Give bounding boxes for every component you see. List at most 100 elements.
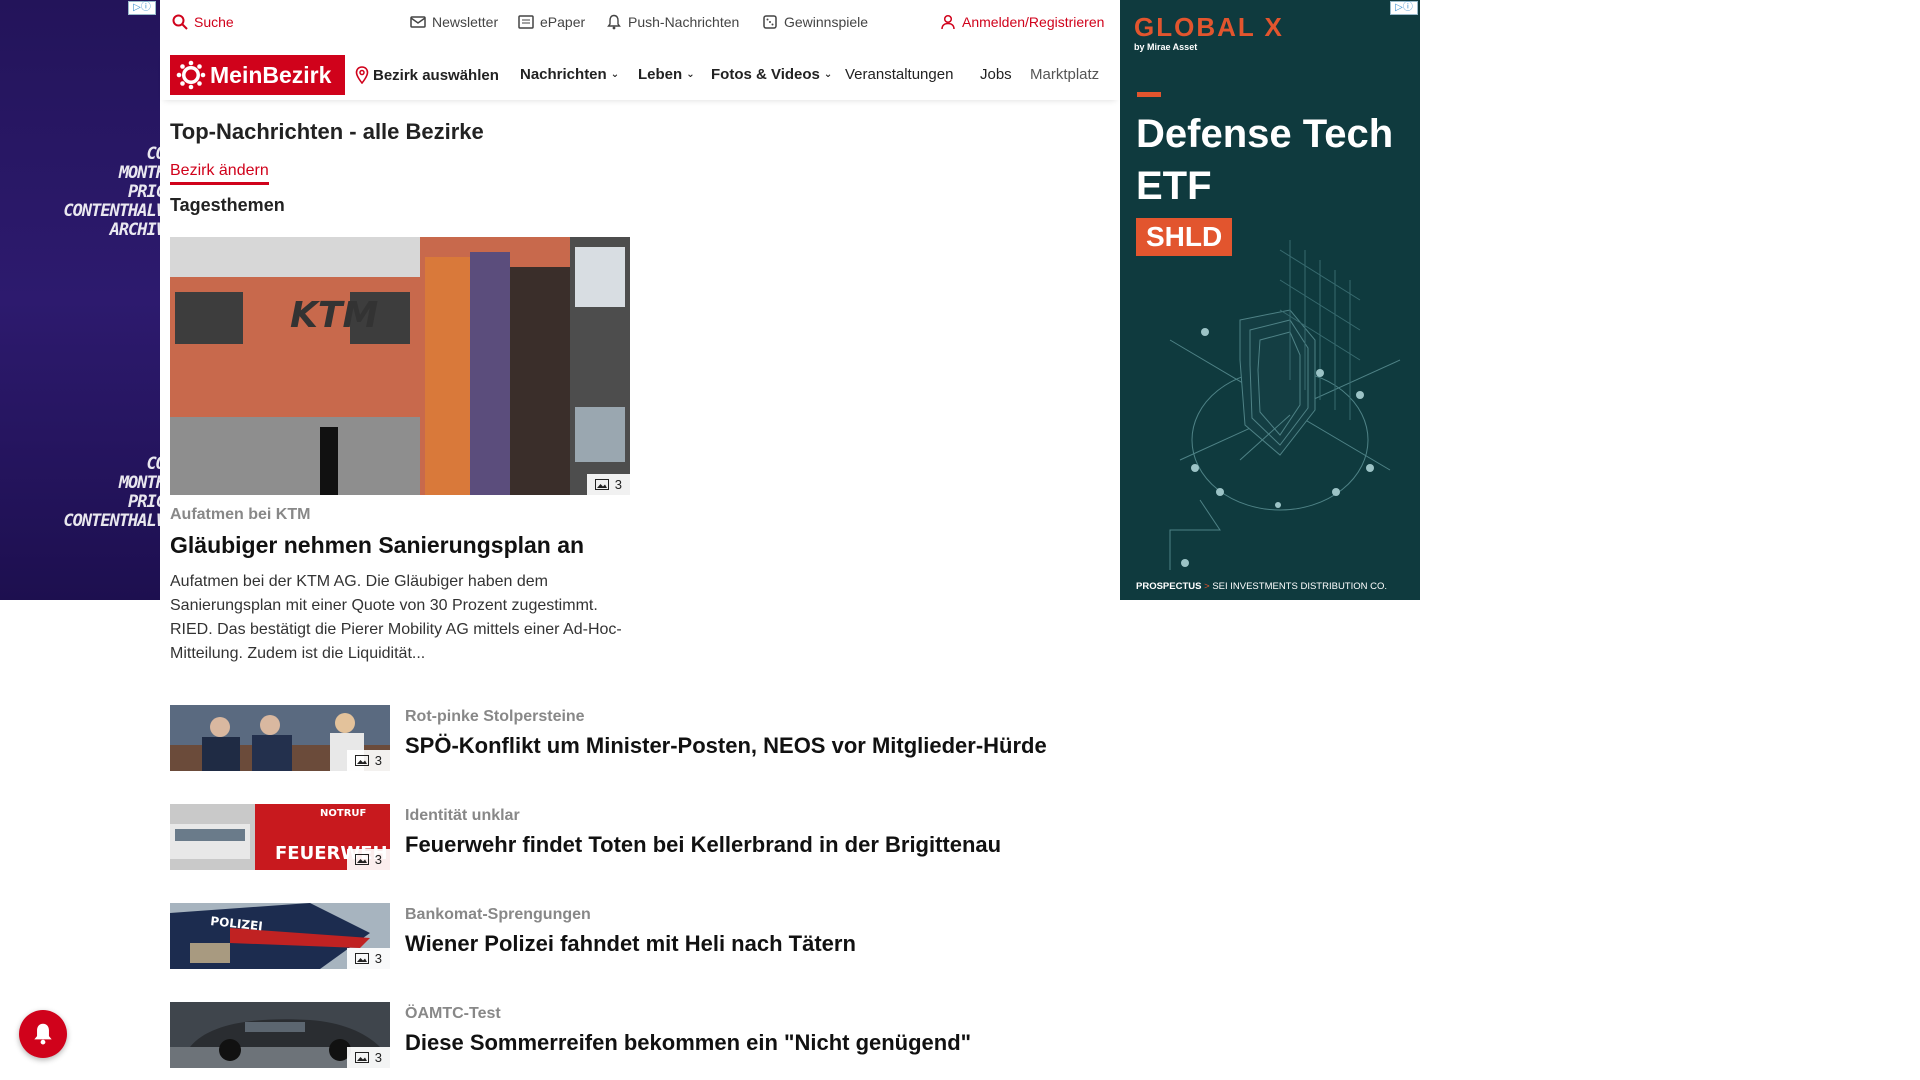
image-count-badge: 3 (346, 750, 390, 771)
dice-icon (763, 15, 777, 29)
ad-glitch-text-top: CO MONTH PRIC CONTENTHALV ARCHIV (40, 145, 160, 240)
main-column: Suche Newsletter ePaper Push-Nachrichten… (160, 0, 1120, 1080)
map-pin-icon (355, 66, 369, 84)
push-label: Push-Nachrichten (628, 14, 740, 30)
article-thumbnail[interactable]: FEUERWEH NOTRUF 3 (170, 804, 390, 870)
list-item[interactable]: 3 Rot-pinke Stolpersteine SPÖ-Konflikt u… (170, 705, 1110, 773)
adchoices-icon[interactable]: ▷ⓘ (1390, 1, 1418, 15)
search-label: Suche (194, 14, 234, 30)
site-logo[interactable]: MeinBezirk (170, 55, 345, 95)
gallery-icon (354, 1052, 369, 1063)
ad-glitch-text-bottom: CO MONTH PRIC CONTENTHALV (40, 455, 160, 531)
section-title: Tagesthemen (170, 195, 285, 215)
list-item[interactable]: FEUERWEH NOTRUF 3 Identität unklar Feuer… (170, 804, 1110, 872)
article-kicker: ÖAMTC-Test (405, 1005, 501, 1022)
adchoices-icon[interactable]: ▷ⓘ (128, 1, 156, 15)
ad-glitch-line: MONTH (118, 163, 160, 183)
ad-brand-subtitle: by Mirae Asset (1134, 42, 1198, 52)
lead-article-kicker: Aufatmen bei KTM (170, 506, 311, 523)
ad-glitch-line: CONTENTHALV (63, 201, 160, 221)
image-count: 3 (374, 852, 382, 867)
article-headline[interactable]: Diese Sommerreifen bekommen ein "Nicht g… (405, 1030, 971, 1056)
article-thumbnail[interactable]: 3 (170, 705, 390, 771)
ad-footer[interactable]: PROSPECTUS > SEI INVESTMENTS DISTRIBUTIO… (1136, 581, 1387, 592)
change-district-link[interactable]: Bezirk ändern (170, 162, 269, 185)
right-ad-banner[interactable]: ▷ⓘ GLOBAL X by Mirae Asset Defense Tech … (1120, 0, 1420, 600)
svg-text:NOTRUF: NOTRUF (320, 808, 366, 819)
article-kicker: Rot-pinke Stolpersteine (405, 708, 585, 725)
article-kicker: Identität unklar (405, 807, 520, 824)
image-count: 3 (614, 477, 622, 492)
search-icon (172, 14, 188, 30)
contests-label: Gewinnspiele (784, 14, 869, 30)
epaper-link[interactable]: ePaper (518, 14, 585, 30)
image-count: 3 (374, 753, 382, 768)
ad-glitch-line: CO (146, 454, 160, 474)
ad-glitch-line: CO (146, 144, 160, 164)
logo-text: MeinBezirk (210, 61, 332, 88)
chevron-down-icon: ⌄ (610, 69, 620, 80)
gallery-icon (354, 953, 369, 964)
nav-item-photos-videos[interactable]: Fotos & Videos ⌄ (711, 66, 832, 83)
push-notifications-link[interactable]: Push-Nachrichten (606, 14, 739, 30)
chevron-down-icon: ⌄ (823, 69, 833, 80)
gallery-icon (354, 755, 369, 766)
article-headline[interactable]: Feuerwehr findet Toten bei Kellerbrand i… (405, 832, 1001, 858)
image-count-badge: 3 (586, 474, 630, 495)
article-thumbnail[interactable]: POLIZEI 3 (170, 903, 390, 969)
nav-item-news[interactable]: Nachrichten ⌄ (520, 66, 619, 83)
epaper-label: ePaper (540, 14, 586, 30)
nav-item-label: Leben (638, 66, 683, 83)
image-count-badge: 3 (346, 948, 390, 969)
nav-item-events[interactable]: Veranstaltungen (845, 66, 953, 83)
lead-article-headline[interactable]: Gläubiger nehmen Sanierungsplan an (170, 532, 584, 559)
nav-item-label: Nachrichten (520, 66, 607, 83)
ad-shield-graphic (1169, 240, 1401, 570)
main-navigation: MeinBezirk Bezirk auswählen Nachrichten … (160, 50, 1120, 100)
ad-accent-bar (1137, 92, 1161, 97)
nav-item-label: Veranstaltungen (845, 66, 954, 83)
bell-icon (34, 1023, 52, 1045)
left-ad-banner[interactable]: ▷ⓘ CO MONTH PRIC CONTENTHALV ARCHIV CO M… (0, 0, 160, 600)
ad-distributor: SEI INVESTMENTS DISTRIBUTION CO. (1212, 581, 1388, 592)
image-count: 3 (374, 1050, 382, 1065)
nav-item-label: Jobs (980, 66, 1012, 83)
ktm-building-photo: KTM (170, 237, 630, 495)
nav-item-life[interactable]: Leben ⌄ (638, 66, 695, 83)
ad-glitch-line: PRIC (128, 182, 160, 202)
newsletter-link[interactable]: Newsletter (410, 14, 498, 30)
article-headline[interactable]: SPÖ-Konflikt um Minister-Posten, NEOS vo… (405, 733, 1047, 759)
bell-icon (607, 14, 621, 30)
contests-link[interactable]: Gewinnspiele (762, 14, 868, 30)
gallery-icon (354, 854, 369, 865)
nav-item-marketplace[interactable]: Marktplatz (1030, 66, 1110, 83)
image-count: 3 (374, 951, 382, 966)
ad-glitch-line: MONTH (118, 473, 160, 493)
article-kicker: Bankomat-Sprengungen (405, 906, 591, 923)
logo-sun-icon (176, 60, 206, 90)
notification-bell-button[interactable] (19, 1010, 67, 1058)
page-title: Top-Nachrichten - alle Bezirke (170, 119, 484, 144)
list-item[interactable]: POLIZEI 3 Bankomat-Sprengungen Wiener Po… (170, 903, 1110, 971)
lead-article-teaser: Aufatmen bei der KTM AG. Die Gläubiger h… (170, 573, 622, 662)
lead-article-image[interactable]: KTM 3 (170, 237, 630, 495)
newsletter-label: Newsletter (432, 14, 499, 30)
utility-bar: Suche Newsletter ePaper Push-Nachrichten… (160, 0, 1120, 46)
list-item[interactable]: 3 ÖAMTC-Test Diese Sommerreifen bekommen… (170, 1002, 1110, 1070)
ad-glitch-line: PRIC (128, 492, 160, 512)
ad-arrow-icon: > (1204, 581, 1210, 592)
article-headline[interactable]: Wiener Polizei fahndet mit Heli nach Tät… (405, 931, 856, 957)
chevron-down-icon: ⌄ (686, 69, 695, 80)
nav-item-label: Fotos & Videos (711, 66, 820, 83)
search-link[interactable]: Suche (172, 14, 234, 30)
login-link[interactable]: Anmelden/Registrieren (940, 14, 1104, 30)
ad-glitch-line: CONTENTHALV (63, 511, 160, 531)
user-icon (941, 14, 955, 30)
newspaper-icon (518, 15, 534, 29)
article-thumbnail[interactable]: 3 (170, 1002, 390, 1068)
nav-item-label: Marktplatz (1030, 66, 1100, 83)
district-selector[interactable]: Bezirk auswählen (355, 66, 499, 84)
ad-prospectus-link[interactable]: PROSPECTUS (1136, 581, 1201, 592)
image-count-badge: 3 (346, 1047, 390, 1068)
nav-item-jobs[interactable]: Jobs (980, 66, 1012, 83)
